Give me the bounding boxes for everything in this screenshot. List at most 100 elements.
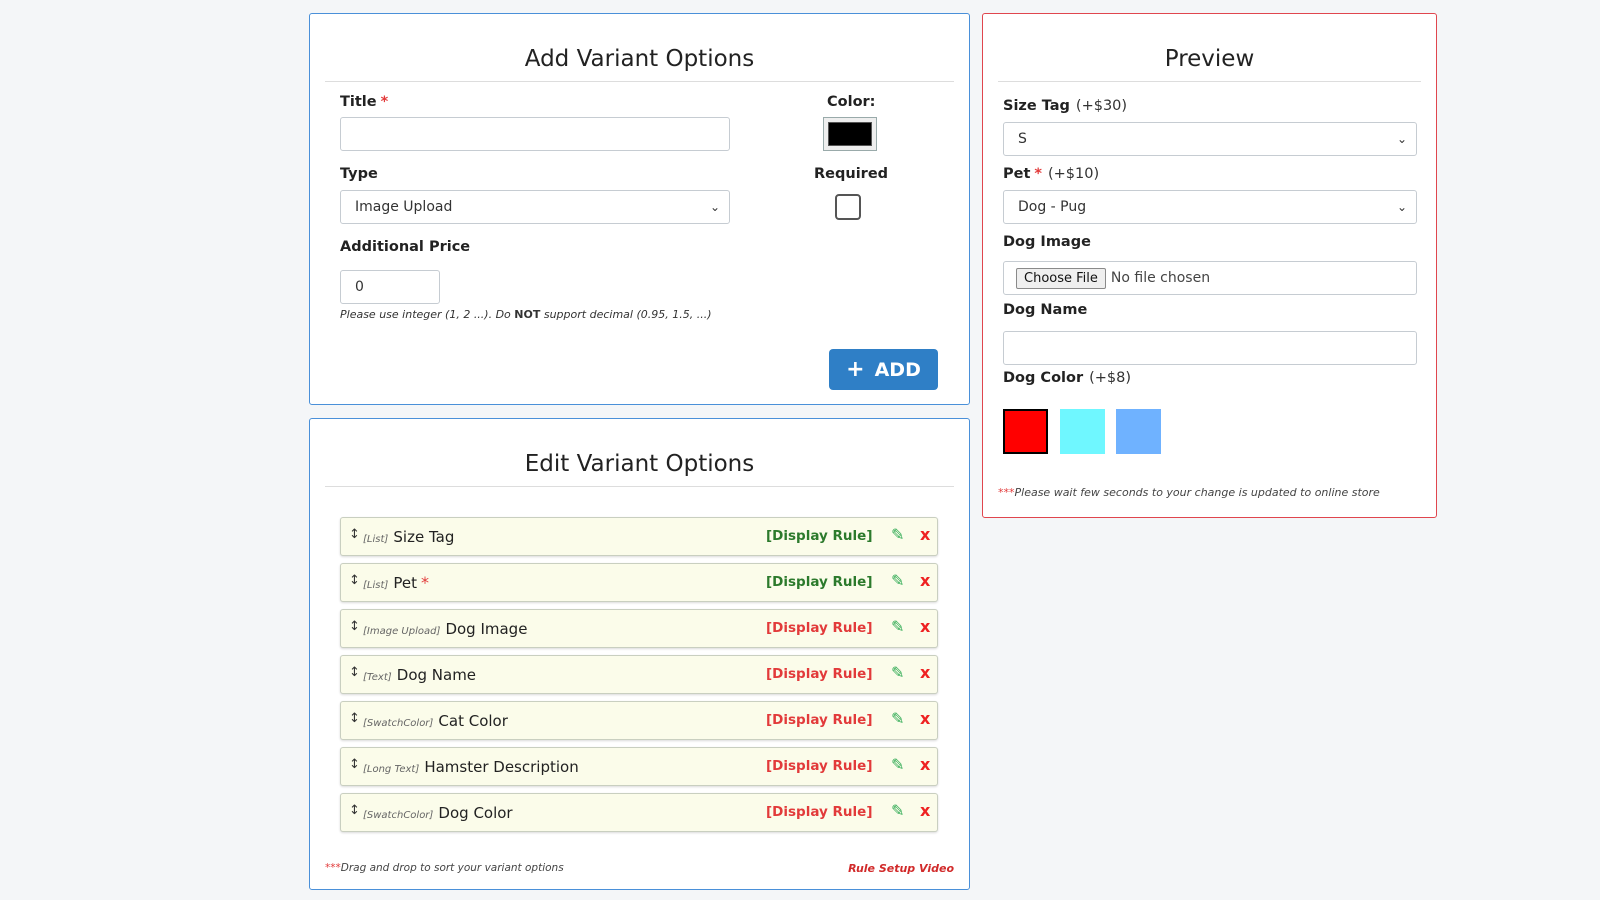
option-type: [List]: [363, 534, 389, 545]
option-type: [SwatchColor]: [363, 810, 434, 821]
drag-handle-icon[interactable]: ↕: [349, 711, 360, 726]
display-rule-link[interactable]: [Display Rule]: [766, 758, 872, 774]
add-button[interactable]: + ADD: [829, 349, 938, 390]
type-select-value: Image Upload: [355, 199, 453, 215]
option-required-asterisk: *: [421, 573, 430, 592]
option-name: Pet: [393, 574, 418, 592]
size-tag-select[interactable]: S ⌄: [1003, 122, 1417, 156]
type-select[interactable]: Image Upload ⌄: [340, 190, 730, 224]
delete-icon[interactable]: x: [920, 801, 930, 820]
choose-file-button[interactable]: Choose File: [1016, 267, 1106, 289]
add-button-label: ADD: [874, 358, 921, 381]
plus-icon: +: [846, 356, 865, 382]
color-picker[interactable]: [823, 117, 877, 151]
color-swatch-blue[interactable]: [1116, 409, 1161, 454]
delete-icon[interactable]: x: [920, 663, 930, 682]
delete-icon[interactable]: x: [920, 709, 930, 728]
option-text: [List] Size Tag: [363, 527, 454, 546]
pet-addon: (+$10): [1048, 166, 1100, 182]
option-type: [SwatchColor]: [363, 718, 434, 729]
dog-color-label: Dog Color (+$8): [1003, 370, 1131, 386]
rule-setup-video-link[interactable]: Rule Setup Video: [848, 862, 954, 875]
display-rule-link[interactable]: [Display Rule]: [766, 574, 872, 590]
drag-handle-icon[interactable]: ↕: [349, 665, 360, 680]
drag-handle-icon[interactable]: ↕: [349, 527, 360, 542]
option-name: Dog Image: [445, 620, 528, 638]
pet-label: Pet * (+$10): [1003, 166, 1099, 182]
preview-panel: Preview Size Tag (+$30) S ⌄ Pet * (+$10) Do…: [982, 13, 1437, 518]
dog-image-label: Dog Image: [1003, 234, 1091, 250]
size-tag-addon: (+$30): [1075, 98, 1128, 114]
pencil-icon[interactable]: ✎: [891, 571, 904, 590]
additional-price-input[interactable]: 0: [340, 270, 440, 304]
delete-icon[interactable]: x: [920, 571, 930, 590]
dog-color-label-text: Dog Color: [1003, 370, 1084, 386]
variant-option-row[interactable]: ↕ [Text] Dog Name [Display Rule] ✎ x: [340, 655, 938, 694]
required-asterisk: *: [380, 94, 389, 110]
update-note: ***Please wait few seconds to your chang…: [998, 486, 1380, 499]
pencil-icon[interactable]: ✎: [891, 525, 904, 544]
size-tag-label-text: Size Tag: [1003, 98, 1070, 114]
size-tag-value: S: [1018, 131, 1027, 147]
pencil-icon[interactable]: ✎: [891, 617, 904, 636]
color-swatch-cyan[interactable]: [1060, 409, 1105, 454]
drag-handle-icon[interactable]: ↕: [349, 619, 360, 634]
variant-option-row[interactable]: ↕ [List] Pet * [Display Rule] ✎ x: [340, 563, 938, 602]
drag-drop-text: Drag and drop to sort your variant optio…: [340, 862, 564, 874]
display-rule-link[interactable]: [Display Rule]: [766, 528, 872, 544]
chevron-down-icon: ⌄: [709, 200, 720, 214]
display-rule-link[interactable]: [Display Rule]: [766, 620, 872, 636]
option-text: [List] Pet *: [363, 573, 429, 592]
title-label-text: Title: [340, 94, 377, 110]
pet-value: Dog - Pug: [1018, 199, 1087, 215]
title-input[interactable]: [340, 117, 730, 151]
delete-icon[interactable]: x: [920, 755, 930, 774]
option-name: Size Tag: [393, 528, 455, 546]
dog-image-file-input[interactable]: Choose File No file chosen: [1003, 261, 1417, 295]
color-label: Color:: [827, 94, 876, 110]
option-type: [Image Upload]: [363, 626, 441, 637]
drag-handle-icon[interactable]: ↕: [349, 573, 360, 588]
pet-label-text: Pet: [1003, 166, 1031, 182]
delete-icon[interactable]: x: [920, 525, 930, 544]
display-rule-link[interactable]: [Display Rule]: [766, 712, 872, 728]
option-type: [Long Text]: [363, 764, 420, 775]
pencil-icon[interactable]: ✎: [891, 755, 904, 774]
pencil-icon[interactable]: ✎: [891, 801, 904, 820]
chevron-down-icon: ⌄: [1396, 132, 1407, 146]
required-label: Required: [814, 166, 889, 182]
required-checkbox[interactable]: [835, 194, 861, 220]
display-rule-link[interactable]: [Display Rule]: [766, 666, 872, 682]
color-swatch-red[interactable]: [1003, 409, 1048, 454]
edit-panel-title: Edit Variant Options: [325, 451, 954, 487]
variant-option-row[interactable]: ↕ [SwatchColor] Dog Color [Display Rule] ✎ x: [340, 793, 938, 832]
variant-option-row[interactable]: ↕ [List] Size Tag [Display Rule] ✎ x: [340, 517, 938, 556]
option-name: Dog Name: [396, 666, 477, 684]
price-hint-pre: Please use integer (1, 2 ...). Do: [340, 308, 515, 321]
option-text: [Text] Dog Name: [363, 665, 476, 684]
option-name: Hamster Description: [424, 758, 579, 776]
drag-drop-note: ***Drag and drop to sort your variant op…: [325, 862, 564, 874]
drag-handle-icon[interactable]: ↕: [349, 803, 360, 818]
price-hint-post: support decimal (0.95, 1.5, ...): [540, 308, 712, 321]
variant-option-row[interactable]: ↕ [SwatchColor] Cat Color [Display Rule] ✎ x: [340, 701, 938, 740]
dog-name-label: Dog Name: [1003, 302, 1088, 318]
option-text: [Image Upload] Dog Image: [363, 619, 527, 638]
variant-option-row[interactable]: ↕ [Long Text] Hamster Description [Display…: [340, 747, 938, 786]
option-text: [SwatchColor] Dog Color: [363, 803, 513, 822]
chevron-down-icon: ⌄: [1396, 200, 1407, 214]
edit-variant-panel: Edit Variant Options ↕ [List] Size Tag [Di…: [309, 418, 970, 890]
pencil-icon[interactable]: ✎: [891, 663, 904, 682]
display-rule-link[interactable]: [Display Rule]: [766, 804, 872, 820]
title-label: Title *: [340, 94, 388, 110]
pet-required-asterisk: *: [1034, 166, 1042, 182]
dog-color-addon: (+$8): [1089, 370, 1132, 386]
drag-handle-icon[interactable]: ↕: [349, 757, 360, 772]
additional-price-label: Additional Price: [340, 239, 471, 255]
dog-name-input[interactable]: [1003, 331, 1417, 365]
delete-icon[interactable]: x: [920, 617, 930, 636]
variant-option-row[interactable]: ↕ [Image Upload] Dog Image [Display Rule] ✎…: [340, 609, 938, 648]
option-text: [SwatchColor] Cat Color: [363, 711, 508, 730]
pencil-icon[interactable]: ✎: [891, 709, 904, 728]
pet-select[interactable]: Dog - Pug ⌄: [1003, 190, 1417, 224]
